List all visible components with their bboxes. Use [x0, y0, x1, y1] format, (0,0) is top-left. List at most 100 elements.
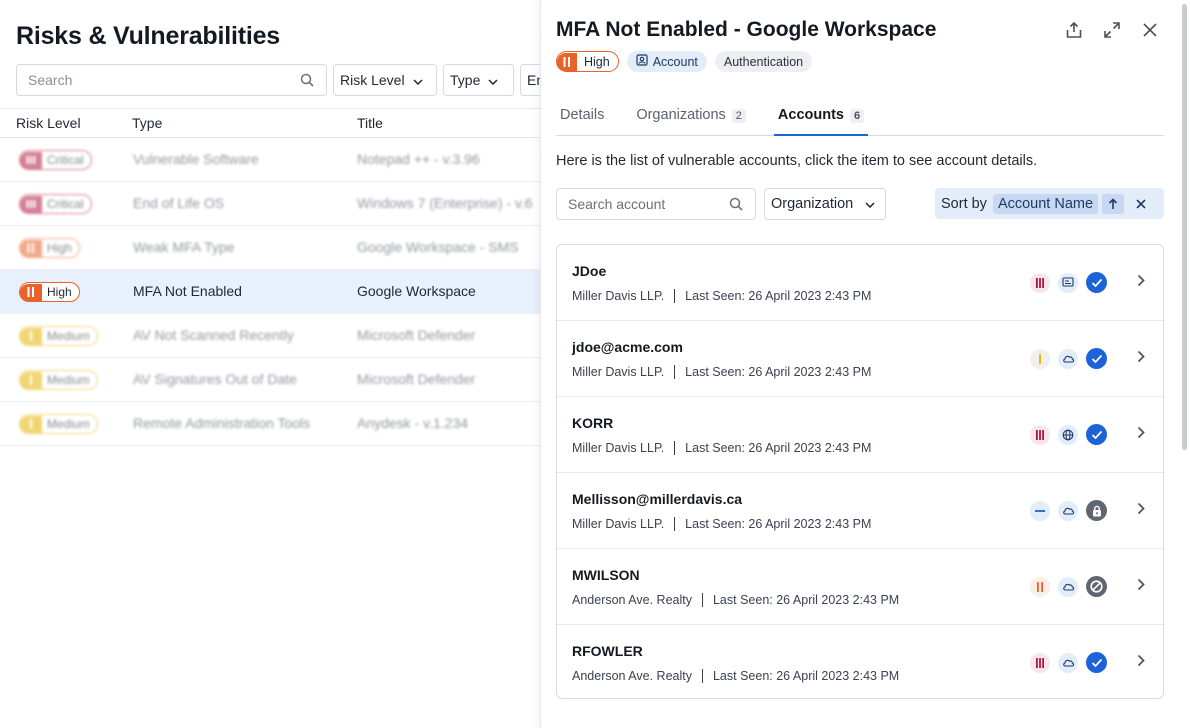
- chevron-right-icon: [1137, 426, 1145, 444]
- row-title: Anydesk - v.1.234: [357, 415, 469, 431]
- account-list-item[interactable]: RFOWLER Anderson Ave. Realty Last Seen: 26…: [557, 625, 1163, 698]
- sort-label: Sort by: [941, 195, 987, 212]
- accounts-list: JDoe Miller Davis LLP. Last Seen: 26 April…: [556, 244, 1164, 699]
- account-list-item[interactable]: Mellisson@millerdavis.ca Miller Davis LLP…: [557, 473, 1163, 549]
- type-filter[interactable]: Type: [443, 64, 514, 96]
- column-risk-level[interactable]: Risk Level: [16, 115, 81, 131]
- search-icon: [300, 73, 314, 92]
- directory-icon: [1058, 272, 1078, 293]
- account-last-seen: Last Seen: 26 April 2023 2:43 PM: [712, 669, 900, 683]
- tab-organizations[interactable]: Organizations 2: [632, 102, 750, 135]
- critical-severity-icon: [1030, 424, 1050, 445]
- risk-badge-label: High: [47, 285, 72, 299]
- risk-badge: Medium: [19, 326, 98, 346]
- severity-icon: [20, 371, 42, 389]
- chevron-down-icon: [865, 196, 875, 212]
- row-title: Microsoft Defender: [357, 371, 476, 387]
- account-status-icons: [1030, 348, 1107, 369]
- account-last-seen: Last Seen: 26 April 2023 2:43 PM: [685, 441, 872, 455]
- share-icon[interactable]: [1064, 20, 1084, 40]
- expand-icon[interactable]: [1102, 20, 1122, 40]
- account-search[interactable]: [556, 188, 756, 220]
- table-row[interactable]: Critical Vulnerable Software Notepad ++ - …: [0, 138, 540, 182]
- chevron-down-icon: [488, 72, 498, 88]
- env-filter[interactable]: En: [520, 64, 540, 96]
- chevron-right-icon: [1137, 502, 1145, 520]
- subtype-tag: Authentication: [714, 51, 813, 72]
- account-meta: Anderson Ave. Realty Last Seen: 26 April …: [572, 669, 899, 683]
- account-meta: Miller Davis LLP. Last Seen: 26 April 202…: [572, 365, 871, 379]
- risks-search[interactable]: [16, 64, 327, 96]
- account-search-input[interactable]: [557, 189, 722, 219]
- column-type[interactable]: Type: [132, 115, 162, 131]
- tab-details[interactable]: Details: [556, 102, 608, 135]
- medium-severity-icon: [1030, 348, 1050, 369]
- category-tag: Account: [626, 51, 707, 72]
- account-name: jdoe@acme.com: [572, 339, 683, 355]
- scrollbar[interactable]: [1182, 4, 1187, 450]
- row-type: Vulnerable Software: [133, 151, 259, 167]
- tab-details-label: Details: [560, 107, 605, 123]
- tab-accounts[interactable]: Accounts 6: [773, 102, 869, 136]
- risk-badge: Critical: [19, 150, 92, 170]
- table-row[interactable]: Medium AV Signatures Out of Date Microsoft…: [0, 358, 540, 402]
- account-name: KORR: [572, 415, 614, 431]
- divider: [674, 441, 676, 455]
- table-row[interactable]: High MFA Not Enabled Google Workspace: [0, 270, 540, 314]
- accounts-description: Here is the list of vulnerable accounts,…: [556, 153, 1038, 169]
- row-type: End of Life OS: [133, 195, 225, 211]
- account-last-seen: Last Seen: 26 April 2023 2:43 PM: [712, 593, 900, 607]
- critical-severity-icon: [1030, 652, 1050, 673]
- account-status-icons: [1030, 652, 1107, 673]
- risks-list-panel: Risks & Vulnerabilities Risk Level Type …: [0, 0, 540, 728]
- account-name: JDoe: [572, 263, 607, 279]
- cloud-icon: [1058, 348, 1078, 369]
- account-organization: Anderson Ave. Realty: [572, 593, 692, 607]
- table-row[interactable]: High Weak MFA Type Google Workspace - SMS: [0, 226, 540, 270]
- tab-organizations-count: 2: [731, 109, 746, 123]
- tab-accounts-count: 6: [850, 109, 865, 123]
- sort-ascending-icon[interactable]: [1102, 193, 1125, 214]
- search-icon: [729, 197, 743, 216]
- sort-field[interactable]: Account Name: [992, 193, 1099, 214]
- risks-table-header: Risk Level Type Title: [0, 108, 540, 138]
- risk-level-filter[interactable]: Risk Level: [333, 64, 437, 96]
- chevron-down-icon: [413, 72, 423, 88]
- row-type: AV Not Scanned Recently: [133, 327, 294, 343]
- cloud-icon: [1058, 576, 1078, 597]
- account-list-item[interactable]: JDoe Miller Davis LLP. Last Seen: 26 April…: [557, 245, 1163, 321]
- type-filter-label: Type: [450, 72, 481, 88]
- severity-icon: [20, 283, 42, 301]
- severity-icon: [20, 327, 42, 345]
- divider: [674, 289, 676, 303]
- verified-check-icon: [1086, 424, 1107, 445]
- chevron-right-icon: [1137, 350, 1145, 368]
- account-list-item[interactable]: KORR Miller Davis LLP. Last Seen: 26 April…: [557, 397, 1163, 473]
- chevron-right-icon: [1137, 578, 1145, 596]
- table-row[interactable]: Medium AV Not Scanned Recently Microsoft D…: [0, 314, 540, 358]
- account-list-item[interactable]: jdoe@acme.com Miller Davis LLP. Last Seen:…: [557, 321, 1163, 397]
- verified-check-icon: [1086, 348, 1107, 369]
- table-row[interactable]: Critical End of Life OS Windows 7 (Enterpr…: [0, 182, 540, 226]
- row-title: Google Workspace - SMS: [357, 239, 519, 255]
- risks-search-input[interactable]: [17, 65, 287, 95]
- severity-icon: [20, 415, 42, 433]
- account-list-item[interactable]: MWILSON Anderson Ave. Realty Last Seen: 26…: [557, 549, 1163, 625]
- critical-severity-icon: [1030, 272, 1050, 293]
- risk-badge-high: High: [556, 51, 619, 72]
- severity-icon: [20, 195, 42, 213]
- severity-icon: [20, 151, 42, 169]
- account-meta: Miller Davis LLP. Last Seen: 26 April 202…: [572, 289, 871, 303]
- detail-tabs: Details Organizations 2 Accounts 6: [556, 102, 1164, 136]
- close-icon[interactable]: [1140, 20, 1160, 40]
- page-title: Risks & Vulnerabilities: [16, 22, 281, 50]
- account-organization: Miller Davis LLP.: [572, 441, 665, 455]
- globe-icon: [1058, 424, 1078, 445]
- column-title[interactable]: Title: [357, 115, 383, 131]
- clear-sort-icon[interactable]: [1136, 198, 1146, 209]
- table-row[interactable]: Medium Remote Administration Tools Anydesk…: [0, 402, 540, 446]
- risk-badge-label: High: [47, 241, 72, 255]
- organization-filter-label: Organization: [771, 196, 854, 212]
- row-title: Google Workspace: [357, 283, 476, 299]
- organization-filter[interactable]: Organization: [764, 188, 886, 220]
